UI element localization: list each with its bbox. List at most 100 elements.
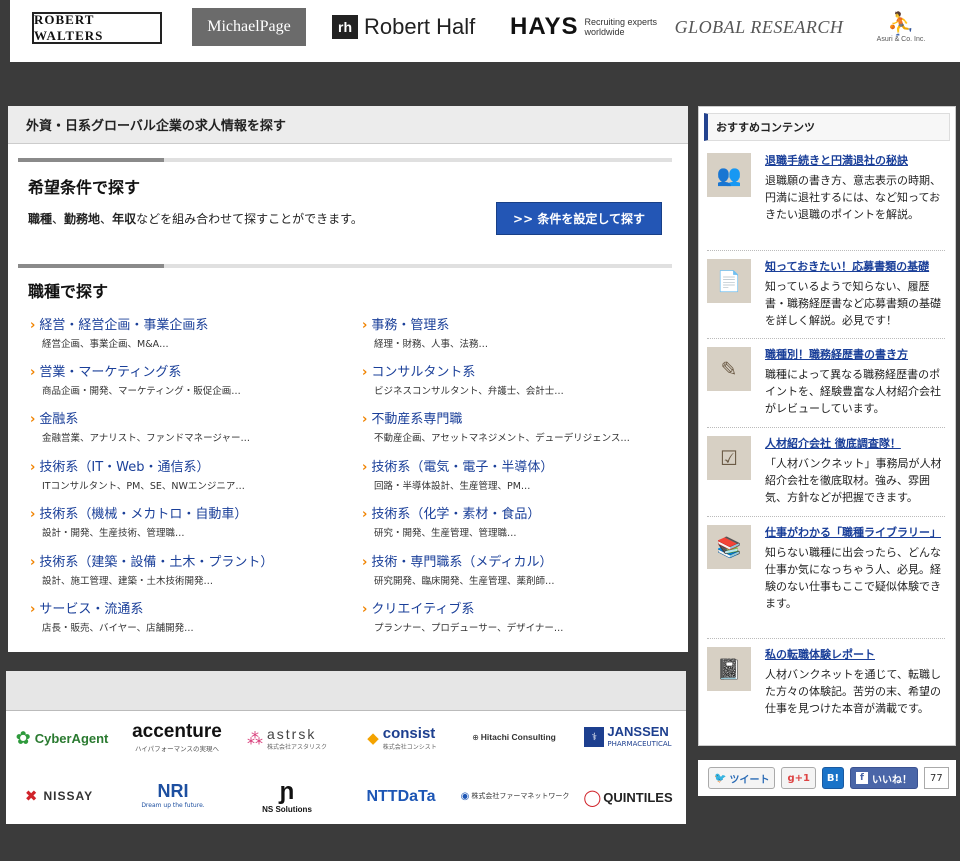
books-icon[interactable]: 📚 — [707, 525, 751, 569]
item-divider — [707, 427, 945, 428]
job-category-examples: 研究開発、臨床開発、生産管理、薬剤師… — [374, 576, 555, 587]
job-category-link[interactable]: › 事務・管理系 — [362, 314, 682, 333]
chevron-right-icon: › — [362, 602, 368, 617]
recommended-description: 職種によって異なる職務経歴書のポイントを、経験豊富な人材紹介会社がレビューしてい… — [765, 368, 941, 415]
search-by-job-type-title: 職種で探す — [28, 282, 109, 301]
job-category-examples: 金融営業、アナリスト、ファンドマネージャー… — [42, 433, 250, 444]
chevron-right-icon: › — [362, 365, 368, 380]
job-category-item[interactable]: › 技術・専門職系（メディカル） 研究開発、臨床開発、生産管理、薬剤師… — [362, 551, 682, 587]
chevron-right-icon: › — [362, 507, 368, 522]
document-icon[interactable]: 📄 — [707, 259, 751, 303]
google-plus-button[interactable]: g+1 — [781, 767, 816, 789]
job-category-item[interactable]: › クリエイティブ系プランナー、プロデューサー、デザイナー… — [362, 598, 682, 634]
chevron-right-icon: › — [362, 412, 368, 427]
recommended-link[interactable]: 人材紹介会社 徹底調査隊！ — [765, 436, 949, 452]
job-category-item[interactable]: › 事務・管理系 経理・財務、人事、法務… — [362, 314, 682, 350]
robert-walters-logo[interactable]: ROBERT WALTERS — [32, 12, 162, 44]
hatena-bookmark-button[interactable]: B! — [821, 767, 844, 789]
job-category-examples: プランナー、プロデューサー、デザイナー… — [374, 623, 564, 634]
pharmanet-logo[interactable]: ◉ 株式会社ファーマネットワーク — [460, 785, 570, 807]
recommended-link[interactable]: 職種別！職務経歴書の書き方 — [765, 347, 949, 363]
people-icon[interactable]: 👥 — [707, 153, 751, 197]
robert-half-mark: rh — [332, 15, 358, 39]
job-category-item[interactable]: › 技術系（電気・電子・半導体） 回路・半導体設計、生産管理、PM… — [362, 456, 682, 492]
job-category-item[interactable]: › 技術系（建築・設備・土木・プラント） 設計、施工管理、建築・土木技術開発… — [30, 551, 350, 587]
job-category-link[interactable]: › 技術系（化学・素材・食品） — [362, 503, 682, 522]
nri-logo[interactable]: NRI Dream up the future. — [136, 775, 210, 815]
job-category-examples: 設計・開発、生産技術、管理職… — [42, 528, 185, 539]
search-conditions-title: 希望条件で探す — [28, 178, 141, 197]
panel-header: 外資・日系グローバル企業の求人情報を探す — [8, 106, 688, 144]
job-category-link[interactable]: › 技術系（建築・設備・土木・プラント） — [30, 551, 350, 570]
consist-logo[interactable]: ◆ consist 株式会社コンシスト — [352, 723, 452, 753]
partner-logo-panel: ✿ CyberAgent accenture ハイパフォーマンスの実現へ ⁂ a… — [6, 671, 686, 824]
job-category-item[interactable]: › 金融系金融営業、アナリスト、ファンドマネージャー… — [30, 408, 350, 444]
job-category-link[interactable]: › 技術系（IT・Web・通信系） — [30, 456, 350, 475]
pharmanet-mark-icon: ◉ — [460, 790, 470, 802]
job-category-link[interactable]: › 技術・専門職系（メディカル） — [362, 551, 682, 570]
green-leaf-icon: ✿ — [15, 727, 31, 749]
pen-icon[interactable]: ✎ — [707, 347, 751, 391]
job-category-item[interactable]: › 不動産系専門職不動産企画、アセットマネジメント、デューデリジェンス… — [362, 408, 682, 444]
recommended-link[interactable]: 退職手続きと円満退社の秘訣 — [765, 153, 949, 169]
checklist-icon[interactable]: ☑ — [707, 436, 751, 480]
asuri-logo[interactable]: ⛹ Asuri & Co. Inc. — [866, 8, 936, 46]
job-category-link[interactable]: › 技術系（電気・電子・半導体） — [362, 456, 682, 475]
job-category-link[interactable]: › 技術系（機械・メカトロ・自動車） — [30, 503, 350, 522]
consist-mark-icon: ◆ — [367, 729, 379, 747]
job-category-item[interactable]: › コンサルタント系 ビジネスコンサルタント、弁護士、会計士… — [362, 361, 682, 397]
hays-logo[interactable]: HAYS Recruiting experts worldwide — [510, 8, 660, 46]
job-category-item[interactable]: › サービス・流通系店長・販売、バイヤー、店舗開発… — [30, 598, 350, 634]
job-category-link[interactable]: › コンサルタント系 — [362, 361, 682, 380]
ns-mark-icon: ɲ — [279, 777, 295, 805]
quintiles-mark-icon: ◯ — [583, 787, 602, 807]
ns-solutions-logo[interactable]: ɲ NS Solutions — [252, 771, 322, 821]
astrsk-logo[interactable]: ⁂ astrsk 株式会社アスタリスク — [238, 723, 336, 753]
sidebar-header: おすすめコンテンツ — [704, 113, 950, 141]
job-category-item[interactable]: › 技術系（機械・メカトロ・自動車） 設計・開発、生産技術、管理職… — [30, 503, 350, 539]
facebook-like-button[interactable]: f いいね！ — [849, 767, 918, 789]
chevron-right-icon: › — [30, 507, 36, 522]
janssen-logo[interactable]: ⚕ JANSSEN PHARMACEUTICAL — [578, 723, 678, 751]
item-divider — [707, 638, 945, 639]
set-conditions-search-button[interactable]: >> 条件を設定して探す — [496, 202, 662, 235]
chevron-right-icon: › — [362, 555, 368, 570]
job-category-item[interactable]: › 技術系（化学・素材・食品） 研究・開発、生産管理、管理職… — [362, 503, 682, 539]
facebook-icon: f — [855, 772, 868, 784]
hitachi-consulting-logo[interactable]: ⊕ Hitachi Consulting — [462, 727, 566, 747]
nissay-logo[interactable]: ✖ NISSAY — [14, 783, 104, 809]
job-category-link[interactable]: › クリエイティブ系 — [362, 598, 682, 617]
job-category-link[interactable]: › 金融系 — [30, 408, 350, 427]
search-description: 職種、勤務地、年収などを組み合わせて探すことができます。 — [28, 212, 363, 226]
job-category-examples: 経営企画、事業企画、M&A… — [42, 339, 169, 350]
social-share-bar: 🐦 ツイート g+1 B! f いいね！ 77 — [698, 760, 956, 796]
runner-figure-icon: ⛹ — [887, 10, 915, 36]
job-category-link[interactable]: › サービス・流通系 — [30, 598, 350, 617]
recommended-link[interactable]: 仕事がわかる「職種ライブラリー」 — [765, 525, 949, 541]
job-category-item[interactable]: › 技術系（IT・Web・通信系） ITコンサルタント、PM、SE、NWエンジニア… — [30, 456, 350, 492]
job-category-item[interactable]: › 経営・経営企画・事業企画系経営企画、事業企画、M&A… — [30, 314, 350, 350]
accenture-logo[interactable]: accenture ハイパフォーマンスの実現へ — [126, 717, 228, 757]
chevron-right-icon: › — [30, 460, 36, 475]
colored-dots-icon: ⁂ — [246, 728, 263, 748]
job-category-examples: 不動産企画、アセットマネジメント、デューデリジェンス… — [374, 433, 630, 444]
ntt-data-logo[interactable]: NTTDaTa — [356, 785, 446, 809]
recommended-link[interactable]: 私の転職体験レポート — [765, 647, 949, 663]
robert-half-logo[interactable]: rh Robert Half — [332, 8, 492, 46]
chevron-right-icon: › — [362, 318, 368, 333]
tweet-button[interactable]: 🐦 ツイート — [708, 767, 776, 789]
job-category-link[interactable]: › 不動産系専門職 — [362, 408, 682, 427]
job-category-item[interactable]: › 営業・マーケティング系 商品企画・開発、マーケティング・販促企画… — [30, 361, 350, 397]
notebook-icon[interactable]: 📓 — [707, 647, 751, 691]
job-category-link[interactable]: › 経営・経営企画・事業企画系 — [30, 314, 350, 333]
job-category-examples: 店長・販売、バイヤー、店舗開発… — [42, 623, 194, 634]
michael-page-logo[interactable]: MichaelPage — [192, 8, 306, 46]
recommended-description: 退職願の書き方、意志表示の時期、円満に退社するには、など知っておきたい退職のポイ… — [765, 174, 941, 221]
quintiles-logo[interactable]: ◯ QUINTILES — [578, 785, 678, 809]
top-logo-strip: ROBERT WALTERS MichaelPage rh Robert Hal… — [10, 0, 960, 62]
cyberagent-logo[interactable]: ✿ CyberAgent — [10, 723, 114, 753]
job-category-link[interactable]: › 営業・マーケティング系 — [30, 361, 350, 380]
recommended-link[interactable]: 知っておきたい！応募書類の基礎 — [765, 259, 949, 275]
global-research-logo[interactable]: GLOBAL RESEARCH — [674, 8, 844, 46]
chevron-right-icon: › — [30, 555, 36, 570]
